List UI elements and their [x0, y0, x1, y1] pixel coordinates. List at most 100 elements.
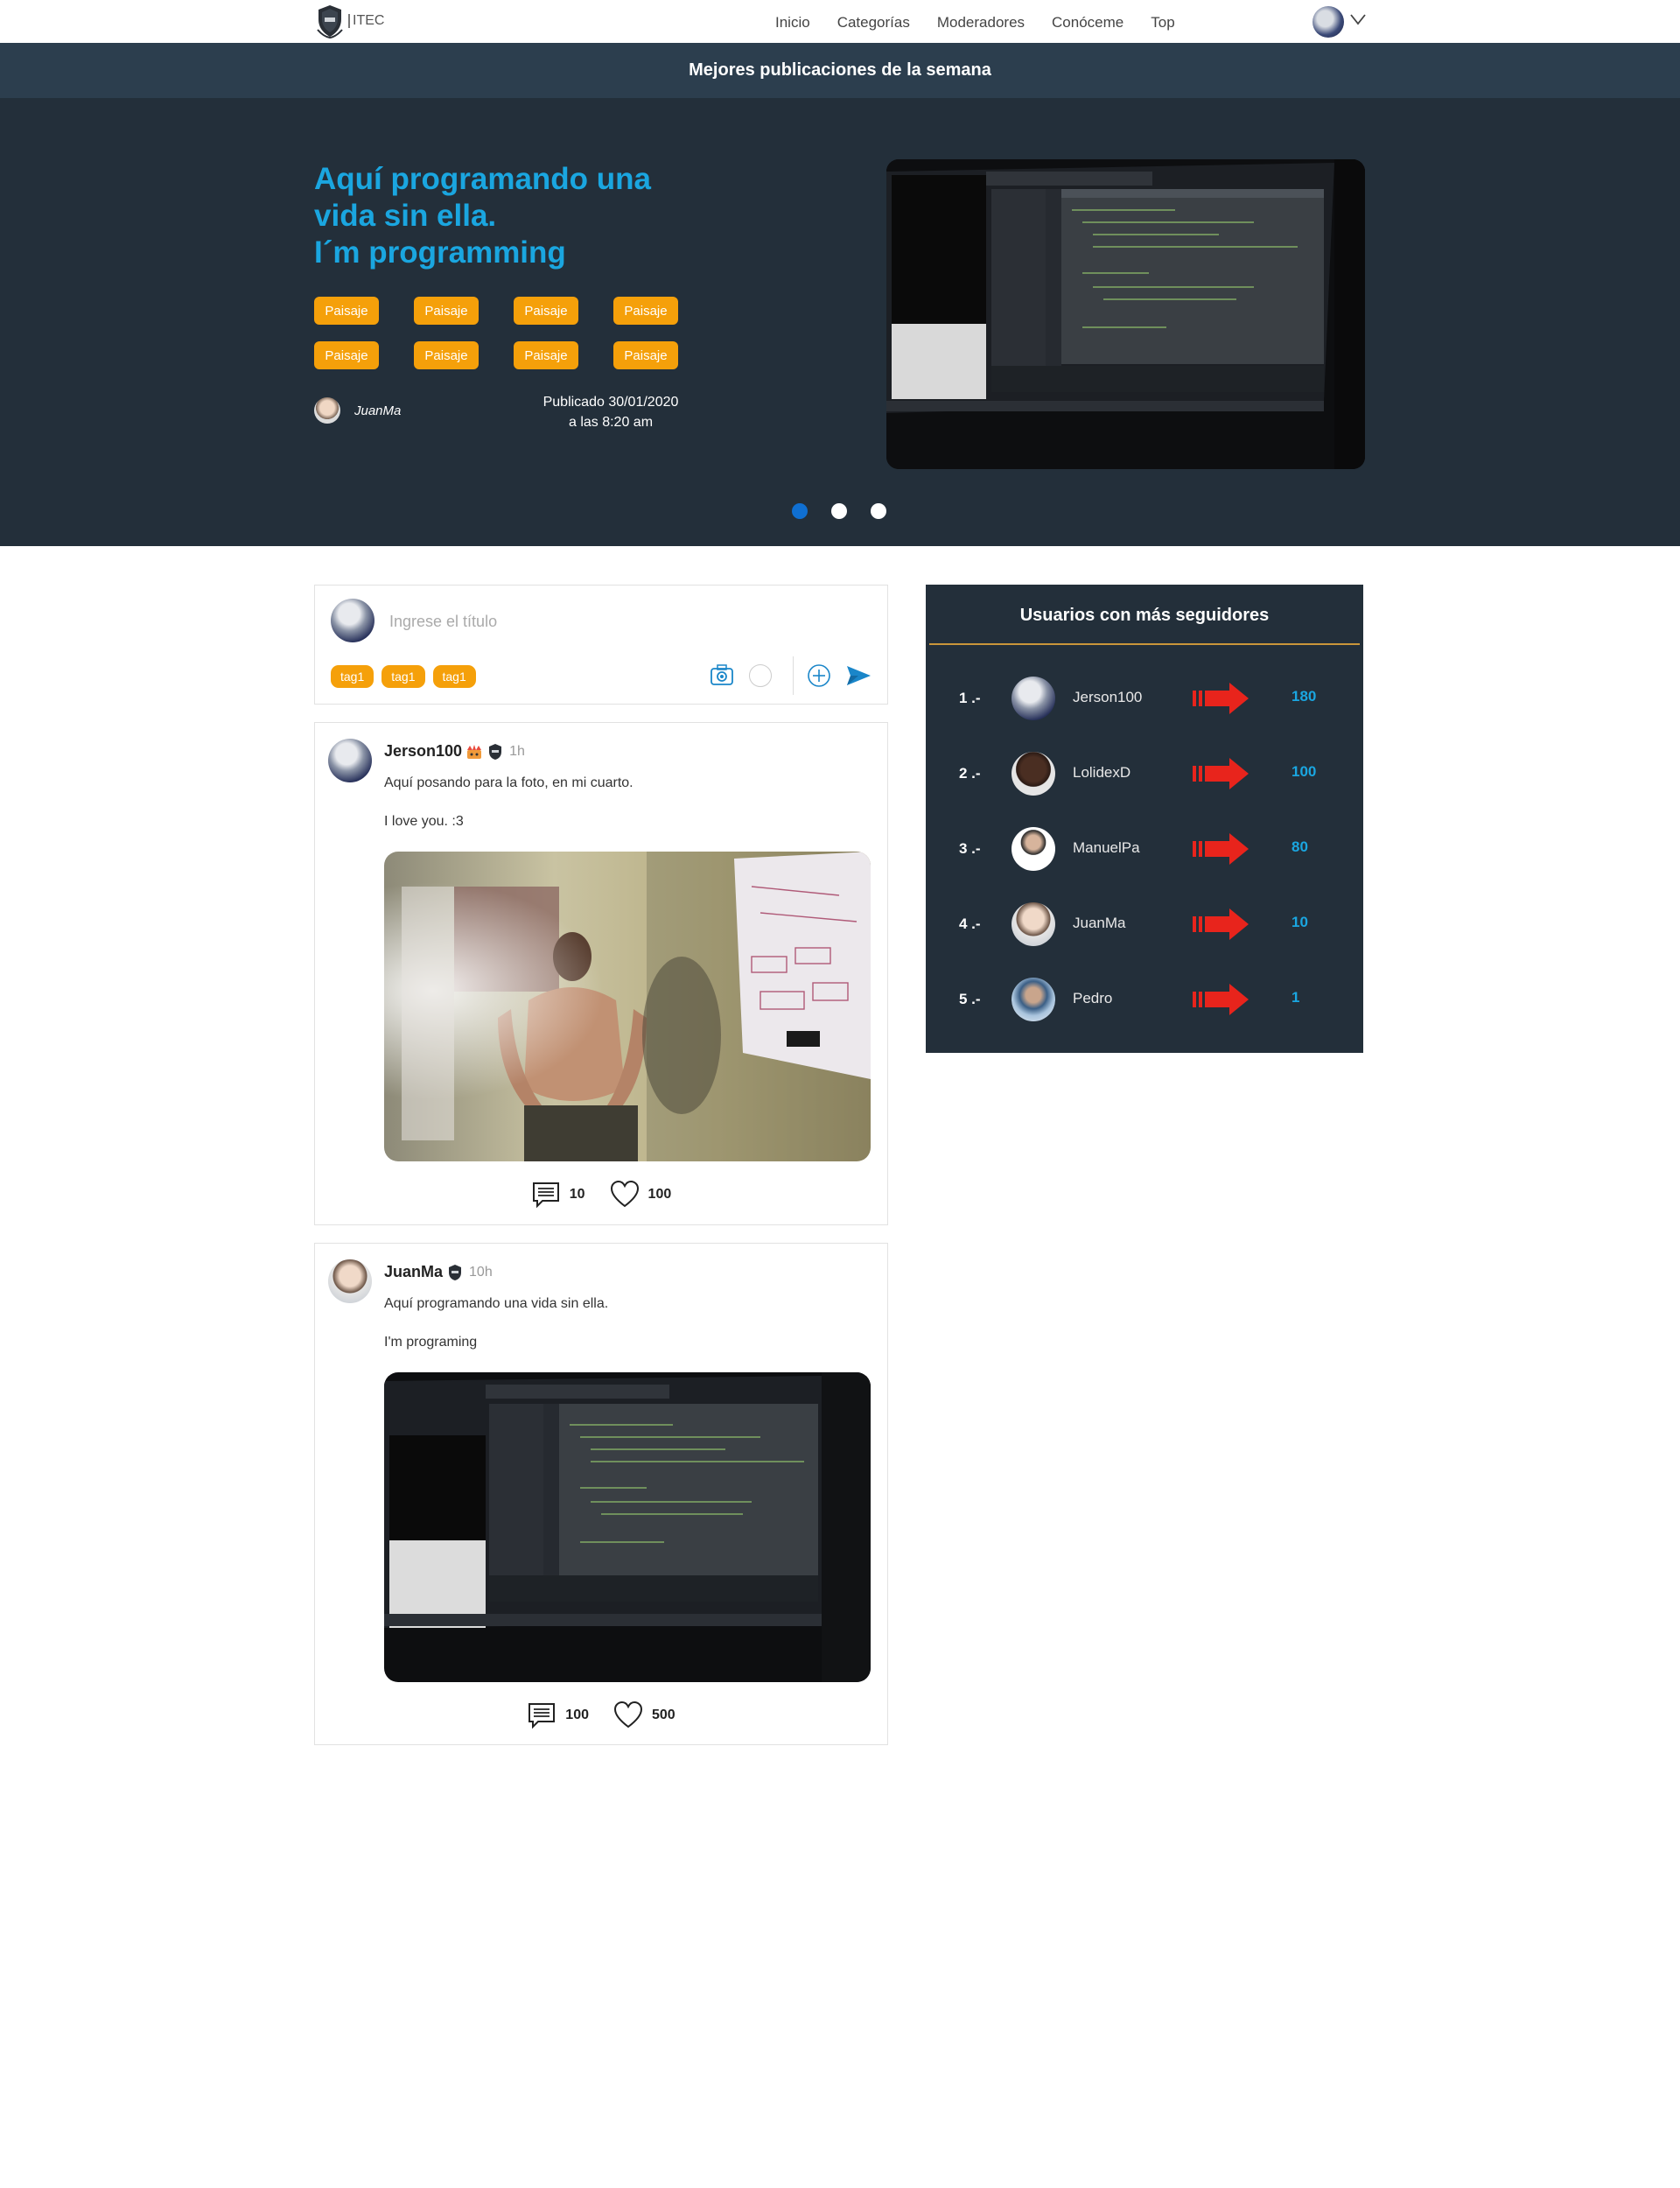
tag-chip[interactable]: tag1: [331, 665, 374, 688]
carousel-dot-2[interactable]: [831, 503, 847, 519]
featured-title-line: I´m programming: [314, 235, 566, 270]
arrow-right-icon: [1193, 984, 1249, 1015]
chevron-down-icon[interactable]: [1349, 12, 1367, 26]
rank-avatar: [1012, 978, 1055, 1021]
rank-position: 2 .-: [959, 765, 981, 782]
post-username[interactable]: JuanMa: [384, 1263, 443, 1281]
ranking-row[interactable]: 2 .- LolidexD 100: [926, 749, 1363, 798]
arrow-right-icon: [1193, 683, 1249, 714]
featured-title-line: vida sin ella.: [314, 199, 497, 233]
comment-count: 100: [565, 1708, 589, 1722]
tag-chip[interactable]: Paisaje: [314, 297, 379, 325]
post-image[interactable]: [384, 852, 871, 1161]
post-image[interactable]: [384, 1372, 871, 1682]
ranking-row[interactable]: 3 .- ManuelPa 80: [926, 824, 1363, 873]
nav-link-moderadores[interactable]: Moderadores: [937, 14, 1025, 32]
rank-avatar: [1012, 752, 1055, 796]
post-header: Jerson100 1h: [384, 742, 525, 761]
tag-chip[interactable]: Paisaje: [613, 297, 678, 325]
arrow-right-icon: [1193, 908, 1249, 940]
rank-position: 4 .-: [959, 915, 981, 932]
site-logo[interactable]: ITEC: [315, 4, 384, 39]
shield-logo-icon: [317, 5, 343, 39]
nav-menu: Inicio Categorías Moderadores Conóceme T…: [775, 14, 1202, 32]
follower-count: 1: [1292, 989, 1300, 1006]
likes-action[interactable]: 500: [613, 1701, 676, 1730]
rank-position: 3 .-: [959, 840, 981, 857]
top-navbar: ITEC Inicio Categorías Moderadores Conóc…: [0, 0, 1680, 43]
comment-icon[interactable]: [527, 1701, 556, 1730]
composer-toolbar: [708, 655, 872, 697]
featured-title-line: Aquí programando una: [314, 162, 651, 196]
tag-chip[interactable]: Paisaje: [613, 341, 678, 369]
ranking-row[interactable]: 4 .- JuanMa 10: [926, 900, 1363, 949]
panel-title: Usuarios con más seguidores: [1019, 606, 1270, 625]
tag-chip[interactable]: tag1: [382, 665, 425, 688]
featured-carousel: Aquí programando una vida sin ella. I´m …: [0, 98, 1680, 546]
author-avatar: [314, 397, 340, 424]
featured-tags: Paisaje Paisaje Paisaje Paisaje Paisaje …: [314, 297, 699, 369]
nav-link-conoceme[interactable]: Conóceme: [1052, 14, 1124, 32]
comments-action[interactable]: 100: [527, 1701, 589, 1730]
post-text-line: Aquí posando para la foto, en mi cuarto.: [384, 775, 634, 790]
monitor-photo: [886, 159, 1365, 469]
rank-username[interactable]: Pedro: [1073, 990, 1112, 1007]
post-text-line: I love you. :3: [384, 814, 464, 829]
featured-author[interactable]: JuanMa: [314, 397, 401, 424]
comments-action[interactable]: 10: [531, 1180, 585, 1210]
post-text-line: Aquí programando una vida sin ella.: [384, 1296, 609, 1311]
post-composer: tag1 tag1 tag1: [314, 585, 888, 705]
ranking-row[interactable]: 1 .- Jerson100 180: [926, 674, 1363, 723]
heart-icon[interactable]: [610, 1180, 640, 1210]
send-icon[interactable]: [844, 662, 872, 690]
carousel-dots: [792, 503, 886, 519]
author-name: JuanMa: [354, 403, 402, 418]
rank-avatar: [1012, 902, 1055, 946]
heart-icon[interactable]: [613, 1701, 643, 1730]
tag-chip[interactable]: Paisaje: [514, 341, 578, 369]
composer-tags: tag1 tag1 tag1: [331, 665, 476, 688]
ranking-row[interactable]: 5 .- Pedro 1: [926, 975, 1363, 1024]
follower-count: 180: [1292, 688, 1317, 705]
add-photo-icon[interactable]: [708, 662, 736, 690]
crown-badge-icon: [467, 744, 482, 759]
post-time: 10h: [469, 1264, 493, 1280]
carousel-dot-1[interactable]: [792, 503, 808, 519]
featured-post-title[interactable]: Aquí programando una vida sin ella. I´m …: [314, 161, 699, 271]
tag-chip[interactable]: Paisaje: [414, 341, 479, 369]
carousel-dot-3[interactable]: [871, 503, 886, 519]
add-tag-icon[interactable]: [806, 663, 832, 689]
follower-count: 10: [1292, 914, 1308, 930]
rank-avatar: [1012, 677, 1055, 720]
likes-action[interactable]: 100: [610, 1180, 671, 1210]
panel-divider: [929, 643, 1360, 645]
tag-chip[interactable]: Paisaje: [414, 297, 479, 325]
tag-chip[interactable]: tag1: [432, 665, 476, 688]
follower-count: 100: [1292, 763, 1317, 780]
composer-avatar: [331, 599, 374, 642]
rank-username[interactable]: LolidexD: [1073, 764, 1130, 782]
post-time: 1h: [509, 743, 525, 759]
post-card: Jerson100 1h Aquí posando para la foto, …: [314, 722, 888, 1225]
post-avatar[interactable]: [328, 1259, 372, 1303]
nav-link-top[interactable]: Top: [1151, 14, 1174, 32]
post-header: JuanMa 10h: [384, 1263, 493, 1281]
arrow-right-icon: [1193, 833, 1249, 865]
nav-link-categorias[interactable]: Categorías: [837, 14, 910, 32]
option-toggle[interactable]: [749, 664, 772, 687]
post-username[interactable]: Jerson100: [384, 742, 462, 761]
post-avatar[interactable]: [328, 739, 372, 782]
logo-text: ITEC: [348, 14, 384, 28]
like-count: 500: [652, 1708, 676, 1722]
rank-username[interactable]: Jerson100: [1073, 689, 1142, 706]
rank-username[interactable]: JuanMa: [1073, 915, 1125, 932]
nav-link-inicio[interactable]: Inicio: [775, 14, 810, 32]
rank-username[interactable]: ManuelPa: [1073, 839, 1140, 857]
tag-chip[interactable]: Paisaje: [514, 297, 578, 325]
comment-icon[interactable]: [531, 1180, 561, 1210]
tag-chip[interactable]: Paisaje: [314, 341, 379, 369]
featured-post-image[interactable]: [886, 159, 1365, 469]
user-avatar[interactable]: [1312, 6, 1344, 38]
post-title-input[interactable]: [388, 605, 829, 638]
rank-position: 1 .-: [959, 690, 981, 706]
